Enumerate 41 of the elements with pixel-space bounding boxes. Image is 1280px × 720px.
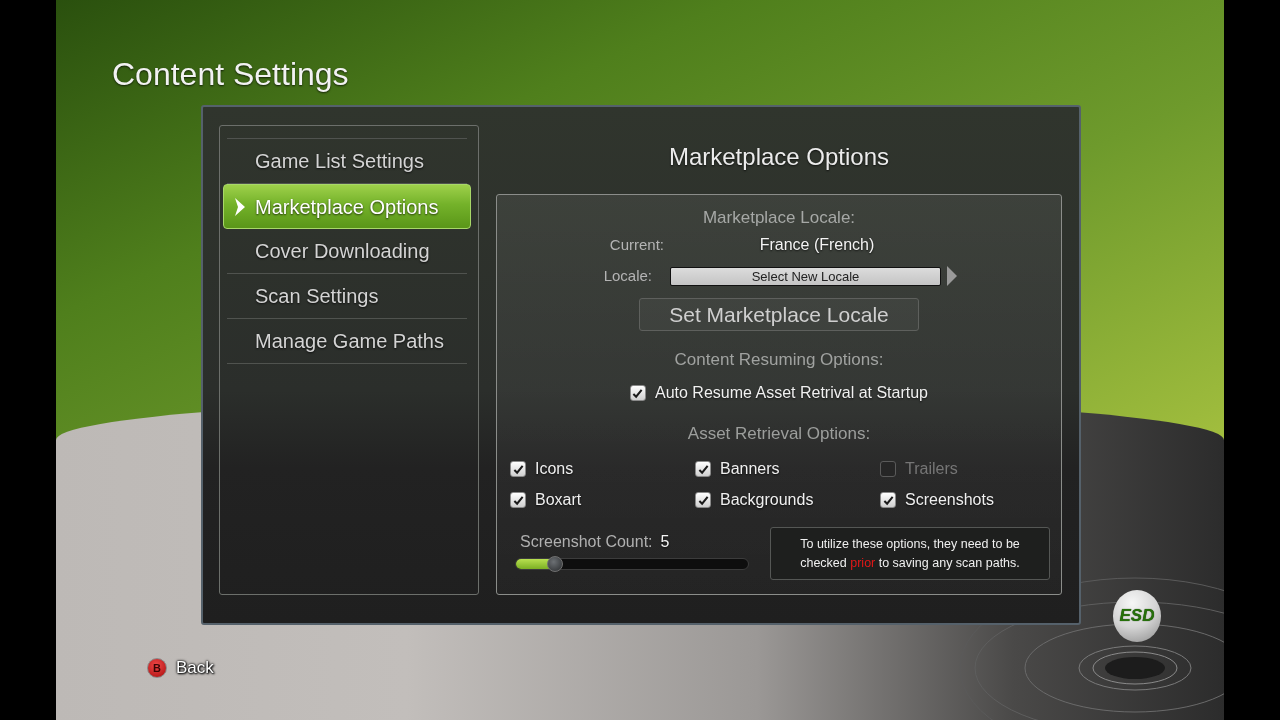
checkbox-label: Auto Resume Asset Retrival at Startup	[655, 383, 928, 403]
right-arrow-icon[interactable]	[947, 266, 957, 286]
checkmark-icon	[697, 494, 709, 506]
checkbox[interactable]	[630, 385, 646, 401]
checkbox-label: Boxart	[535, 490, 582, 510]
field-label: Current:	[608, 234, 664, 255]
checkbox[interactable]	[880, 492, 896, 508]
sidebar-item[interactable]: Game List Settings	[223, 139, 471, 183]
group-heading: Marketplace Locale:	[702, 207, 856, 229]
group-heading: Content Resuming Options:	[674, 349, 884, 371]
group-heading: Asset Retrieval Options:	[687, 423, 871, 445]
sidebar-item[interactable]: Scan Settings	[223, 274, 471, 318]
note-text: To utilize these options, they need to be checked prior to saving any scan paths.	[799, 535, 1021, 572]
checkbox-label: Icons	[535, 459, 574, 479]
locale-dropdown[interactable]: Select New Locale	[670, 266, 941, 286]
section-heading: Marketplace Options	[668, 142, 890, 172]
set-locale-button[interactable]: Set Marketplace Locale	[639, 298, 919, 331]
page-title: Content Settings	[112, 55, 349, 94]
checkbox[interactable]	[510, 492, 526, 508]
current-locale-value: France (French)	[758, 235, 876, 255]
back-button[interactable]: B Back	[147, 655, 214, 681]
slider-thumb[interactable]	[547, 556, 564, 572]
checkmark-icon	[697, 463, 709, 475]
checkbox-label: Trailers	[905, 459, 958, 479]
checkmark-icon	[632, 387, 644, 399]
checkbox-label: Banners	[720, 459, 780, 479]
slider-value: 5	[660, 532, 670, 552]
slider-label: Screenshot Count:	[520, 532, 653, 552]
checkbox[interactable]	[695, 461, 711, 477]
chevron-right-icon	[235, 197, 245, 216]
sidebar-item[interactable]: Cover Downloading	[223, 229, 471, 273]
checkmark-icon	[512, 463, 524, 475]
checkbox-label: Backgrounds	[720, 490, 814, 510]
checkbox-label: Screenshots	[905, 490, 994, 510]
field-label: Locale:	[602, 265, 652, 286]
checkmark-icon	[882, 494, 894, 506]
slider-track[interactable]	[515, 558, 749, 570]
checkmark-icon	[512, 494, 524, 506]
checkbox[interactable]	[510, 461, 526, 477]
checkbox[interactable]	[695, 492, 711, 508]
sidebar-item[interactable]: Manage Game Paths	[223, 319, 471, 363]
